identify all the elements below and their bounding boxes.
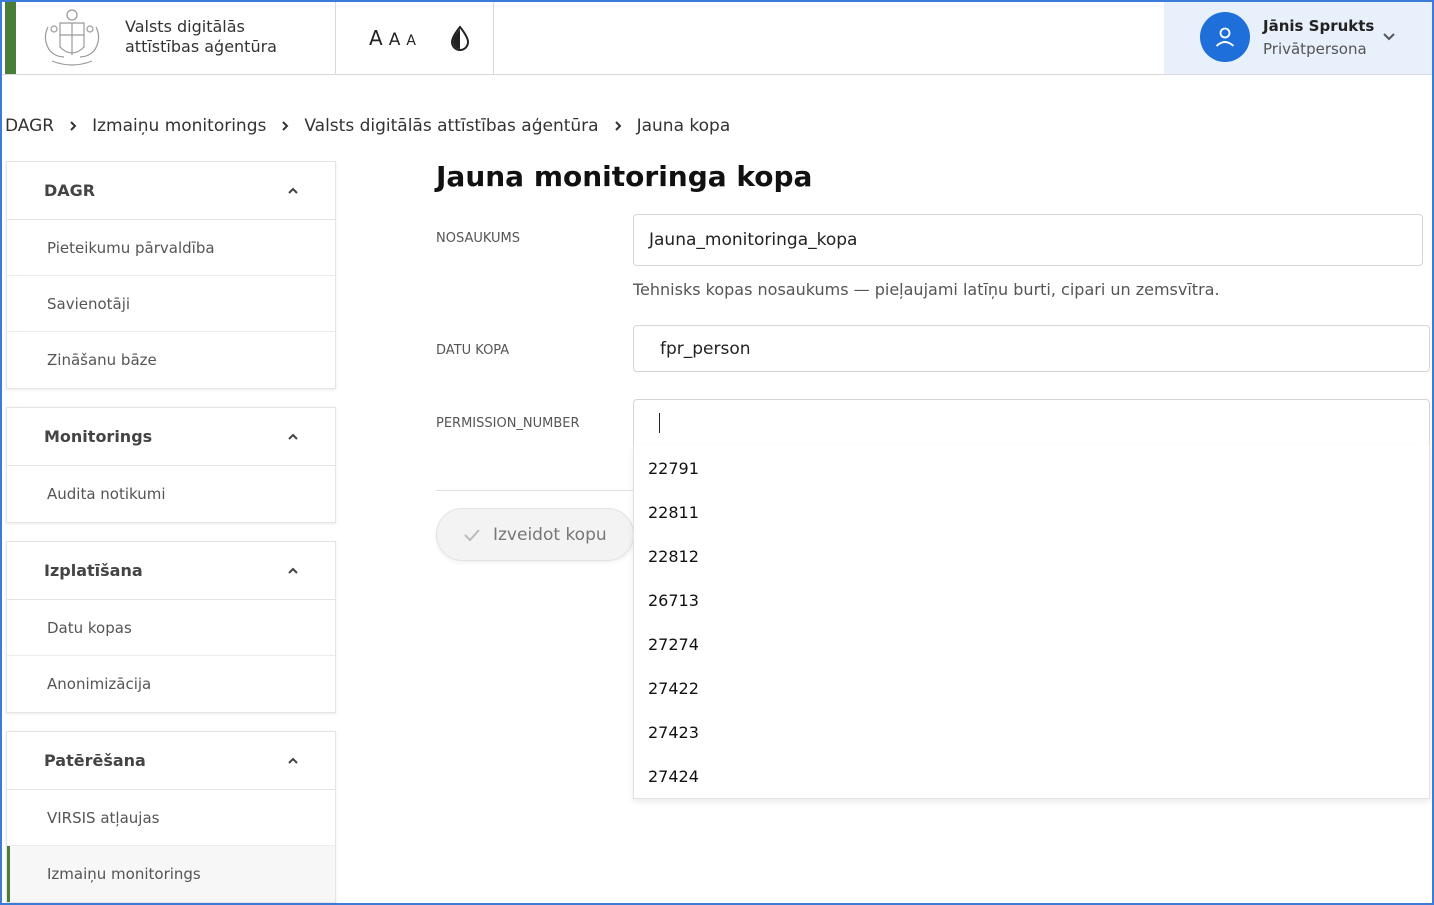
- sidebar-item-audita-notikumi[interactable]: Audita notikumi: [7, 466, 335, 522]
- sidebar-item-datu-kopas[interactable]: Datu kopas: [7, 600, 335, 656]
- sidebar-item-izmainu-monitorings[interactable]: Izmaiņu monitorings: [7, 846, 335, 902]
- sidebar-item-anonimizacija[interactable]: Anonimizācija: [7, 656, 335, 712]
- font-size-controls: A A A: [369, 26, 416, 50]
- sidebar: DAGR Pieteikumu pārvaldība Savienotāji Z…: [6, 161, 336, 905]
- text-cursor: [659, 412, 660, 433]
- name-input[interactable]: Jauna_monitoringa_kopa: [633, 214, 1423, 266]
- permission-number-input[interactable]: [633, 399, 1430, 446]
- breadcrumb: DAGR Izmaiņu monitorings Valsts digitālā…: [5, 116, 730, 136]
- brand-bar: [5, 2, 16, 74]
- dataset-select-value: fpr_person: [660, 338, 751, 359]
- permission-label: PERMISSION_NUMBER: [436, 416, 580, 431]
- sidebar-item-savienotaji[interactable]: Savienotāji: [7, 276, 335, 332]
- sidebar-group-header[interactable]: Izplatīšana: [7, 542, 335, 600]
- dataset-select[interactable]: fpr_person: [633, 325, 1430, 372]
- sidebar-group-izplatisana: Izplatīšana Datu kopas Anonimizācija: [6, 541, 336, 713]
- permission-number-dropdown: 22791 22811 22812 26713 27274 27422 2742…: [633, 445, 1430, 799]
- agency-name-line1: Valsts digitālās: [125, 17, 245, 36]
- chevron-up-icon: [288, 187, 298, 194]
- sidebar-group-monitorings: Monitorings Audita notikumi: [6, 407, 336, 523]
- create-set-button[interactable]: Izveidot kopu: [436, 508, 634, 561]
- sidebar-group-header[interactable]: Patērēšana: [7, 732, 335, 790]
- checkmark-icon: [464, 528, 480, 541]
- sidebar-group-title: Monitorings: [44, 427, 153, 446]
- sidebar-item-pieteikumi[interactable]: Pieteikumu pārvaldība: [7, 220, 335, 276]
- font-size-small-button[interactable]: A: [406, 33, 416, 49]
- sidebar-group-title: Izplatīšana: [44, 561, 143, 580]
- sidebar-group-header[interactable]: DAGR: [7, 162, 335, 220]
- user-role: Privātpersona: [1263, 40, 1367, 58]
- agency-name-line2: attīstības aģentūra: [125, 37, 277, 56]
- dataset-label: DATU KOPA: [436, 343, 510, 358]
- chevron-up-icon: [288, 567, 298, 574]
- sidebar-group-title: DAGR: [44, 181, 96, 200]
- dropdown-option[interactable]: 27422: [634, 666, 1429, 710]
- sidebar-group-header[interactable]: Monitorings: [7, 408, 335, 466]
- sidebar-group-title: Patērēšana: [44, 751, 146, 770]
- breadcrumb-item-agency[interactable]: Valsts digitālās attīstības aģentūra: [304, 116, 598, 136]
- chevron-up-icon: [288, 757, 298, 764]
- dropdown-option[interactable]: 22811: [634, 490, 1429, 534]
- font-size-medium-button[interactable]: A: [389, 30, 401, 50]
- font-size-large-button[interactable]: A: [369, 26, 383, 50]
- dropdown-option[interactable]: 26713: [634, 578, 1429, 622]
- contrast-drop-icon[interactable]: [449, 25, 471, 51]
- name-hint: Tehnisks kopas nosaukums — pieļaujami la…: [633, 280, 1220, 299]
- dropdown-option[interactable]: 22812: [634, 534, 1429, 578]
- name-label: NOSAUKUMS: [436, 231, 521, 246]
- chevron-right-icon: [69, 120, 77, 132]
- sidebar-item-zinasanu-baze[interactable]: Zināšanu bāze: [7, 332, 335, 388]
- dropdown-option[interactable]: 27423: [634, 710, 1429, 754]
- sidebar-group-dagr: DAGR Pieteikumu pārvaldība Savienotāji Z…: [6, 161, 336, 389]
- breadcrumb-item-dagr[interactable]: DAGR: [5, 116, 54, 136]
- breadcrumb-item-current: Jauna kopa: [636, 116, 731, 136]
- coat-of-arms-logo[interactable]: [38, 5, 106, 71]
- sidebar-item-virsis-atlaujas[interactable]: VIRSIS atļaujas: [7, 790, 335, 846]
- chevron-down-icon: [1383, 33, 1395, 41]
- dropdown-option[interactable]: 27424: [634, 754, 1429, 798]
- user-menu[interactable]: Jānis Sprukts Privātpersona: [1164, 2, 1432, 74]
- user-name: Jānis Sprukts: [1263, 17, 1375, 35]
- chevron-up-icon: [288, 433, 298, 440]
- dropdown-option[interactable]: 27274: [634, 622, 1429, 666]
- header-divider: [493, 2, 494, 74]
- chevron-right-icon: [281, 120, 289, 132]
- chevron-right-icon: [614, 120, 622, 132]
- top-header: Valsts digitālās attīstības aģentūra A A…: [2, 2, 1432, 75]
- dropdown-option[interactable]: 22791: [634, 446, 1429, 490]
- sidebar-group-paterersana: Patērēšana VIRSIS atļaujas Izmaiņu monit…: [6, 731, 336, 903]
- create-set-button-label: Izveidot kopu: [493, 524, 607, 545]
- page-title: Jauna monitoringa kopa: [436, 160, 813, 193]
- agency-name[interactable]: Valsts digitālās attīstības aģentūra: [125, 17, 277, 57]
- header-divider: [335, 2, 336, 74]
- form-divider: [436, 490, 634, 491]
- breadcrumb-item-monitoring[interactable]: Izmaiņu monitorings: [92, 116, 266, 136]
- user-icon: [1200, 12, 1250, 62]
- name-input-value: Jauna_monitoringa_kopa: [649, 230, 858, 250]
